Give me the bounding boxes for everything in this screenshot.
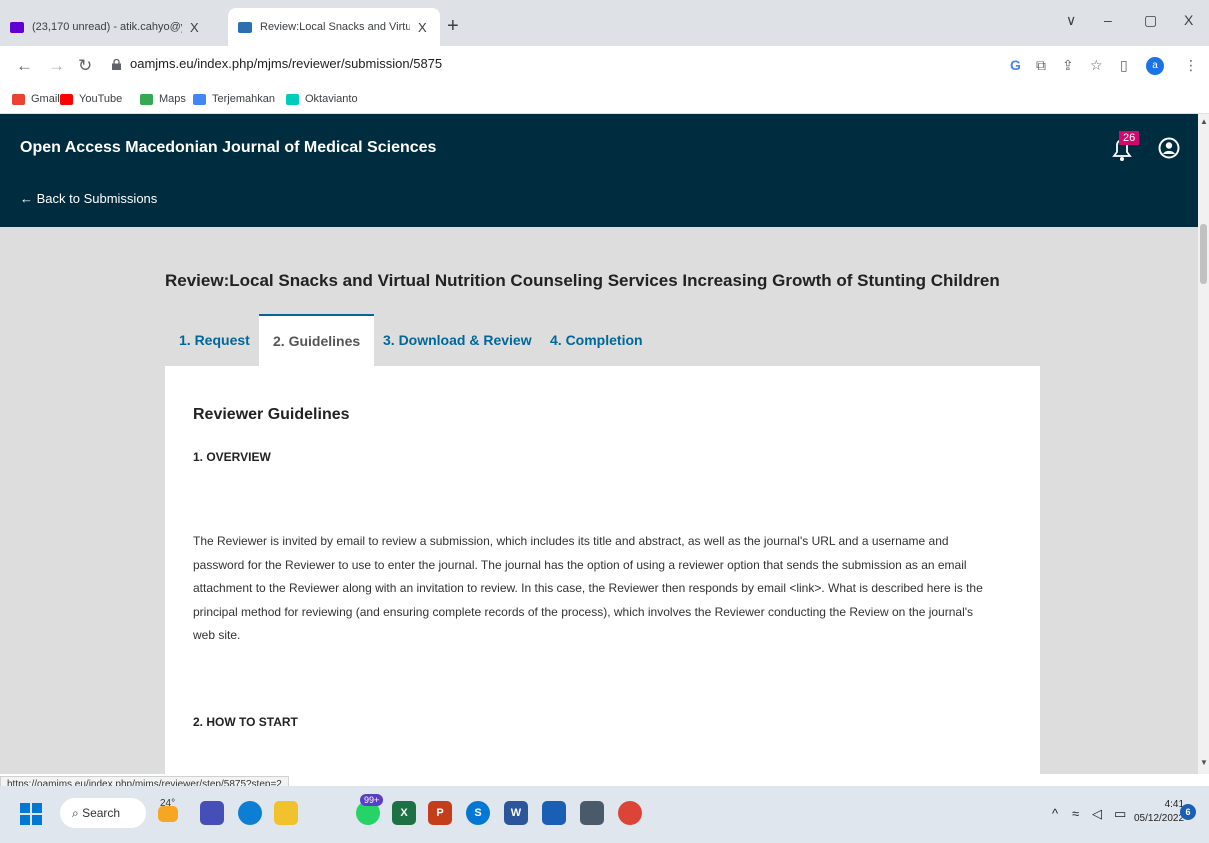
remote-desktop-icon[interactable]	[542, 801, 566, 825]
profile-avatar[interactable]: a	[1146, 57, 1164, 75]
reload-icon[interactable]: ↻	[78, 56, 92, 76]
site-header: Open Access Macedonian Journal of Medica…	[0, 114, 1198, 227]
notification-badge[interactable]: 6	[1180, 804, 1196, 820]
bookmarks-bar: Gmail YouTube Maps Terjemahkan Oktaviant…	[0, 86, 1209, 114]
taskbar-clock[interactable]: 4:41 05/12/2022	[1134, 798, 1184, 826]
researchgate-icon	[286, 93, 299, 105]
tab-completion[interactable]: 4. Completion	[536, 314, 657, 366]
excel-icon[interactable]: X	[392, 801, 416, 825]
windows-start-icon[interactable]	[20, 803, 42, 825]
windows-taskbar: ⌕ Search 24° 99+ X P S W ^ ≈ ◁ ▭ 4:41 05…	[0, 786, 1209, 843]
bookmark-label: YouTube	[79, 93, 123, 105]
camera-icon[interactable]	[580, 801, 604, 825]
clock-date: 05/12/2022	[1134, 813, 1185, 824]
reviewer-guidelines-heading: Reviewer Guidelines	[193, 406, 350, 423]
bookmark-gmail[interactable]: Gmail	[12, 93, 60, 105]
share-icon[interactable]: ⇪	[1062, 57, 1074, 74]
tab-title: (23,170 unread) - atik.cahyo@ya	[32, 21, 182, 33]
paragraph-line: web site.	[193, 628, 241, 642]
paragraph-line: principal method for reviewing (and ensu…	[193, 604, 974, 619]
tray-chevron-icon[interactable]: ^	[1052, 806, 1058, 821]
tab-search-icon[interactable]: ∨	[1066, 12, 1076, 29]
bookmark-star-icon[interactable]: ☆	[1090, 57, 1103, 74]
search-label: Search	[82, 806, 121, 820]
volume-icon[interactable]: ◁	[1092, 806, 1102, 822]
gmail-icon	[12, 93, 25, 105]
browser-toolbar: ← → ↻ oamjms.eu/index.php/mjms/reviewer/…	[0, 46, 1209, 86]
search-icon: ⌕	[72, 806, 83, 820]
notification-count-badge: 26	[1119, 131, 1140, 145]
guidelines-panel: Reviewer Guidelines 1. OVERVIEW The Revi…	[165, 366, 1040, 774]
bookmark-label: Maps	[159, 93, 186, 105]
close-tab-icon[interactable]: X	[418, 20, 427, 35]
bookmark-oktavianto[interactable]: Oktavianto	[286, 93, 358, 105]
paragraph-line: The Reviewer is invited by email to revi…	[193, 534, 949, 548]
tab-download-review[interactable]: 3. Download & Review	[369, 314, 546, 366]
bookmark-label: Oktavianto	[305, 93, 358, 105]
youtube-icon	[60, 93, 73, 105]
tab-gmail[interactable]: (23,170 unread) - atik.cahyo@ya X	[0, 8, 228, 46]
google-icon[interactable]: G	[1010, 57, 1021, 73]
tab-request[interactable]: 1. Request	[165, 314, 264, 366]
minimize-button[interactable]: –	[1104, 12, 1112, 28]
back-arrow-icon[interactable]: ←	[16, 56, 33, 76]
browser-tabstrip: (23,170 unread) - atik.cahyo@ya X Review…	[0, 0, 1209, 46]
teams-icon[interactable]	[200, 801, 224, 825]
how-to-start-heading: 2. HOW TO START	[193, 715, 298, 729]
forward-arrow-icon[interactable]: →	[48, 56, 65, 76]
file-explorer-icon[interactable]	[274, 801, 298, 825]
bookmark-maps[interactable]: Maps	[140, 93, 186, 105]
powerpoint-icon[interactable]: P	[428, 801, 452, 825]
site-title[interactable]: Open Access Macedonian Journal of Medica…	[20, 139, 436, 157]
paragraph-line: password for the Reviewer to use to ente…	[193, 557, 967, 572]
translate-icon[interactable]: ⧉	[1036, 57, 1046, 74]
menu-dots-icon[interactable]: ⋮	[1184, 57, 1198, 74]
address-bar[interactable]: oamjms.eu/index.php/mjms/reviewer/submis…	[130, 56, 442, 71]
weather-cloud-icon[interactable]	[158, 806, 178, 822]
clock-time: 4:41	[1164, 799, 1185, 810]
journal-favicon-icon	[238, 21, 252, 33]
scroll-down-arrow-icon[interactable]: ▼	[1200, 758, 1208, 767]
tab-guidelines[interactable]: 2. Guidelines	[259, 314, 375, 366]
scroll-up-arrow-icon[interactable]: ▲	[1200, 117, 1208, 126]
whatsapp-badge: 99+	[360, 794, 384, 806]
close-tab-icon[interactable]: X	[190, 20, 199, 35]
page-viewport: Open Access Macedonian Journal of Medica…	[0, 114, 1198, 774]
side-panel-icon[interactable]: ▯	[1120, 57, 1128, 74]
lock-icon[interactable]	[112, 59, 121, 70]
word-icon[interactable]: W	[504, 801, 528, 825]
translate-icon	[193, 93, 206, 105]
wifi-icon[interactable]: ≈	[1072, 806, 1079, 821]
taskbar-search[interactable]: ⌕ Search	[60, 798, 146, 828]
page-scrollbar[interactable]: ▲ ▼	[1198, 114, 1209, 774]
mail-icon	[10, 21, 24, 33]
bookmark-youtube[interactable]: YouTube	[60, 93, 122, 105]
paragraph-line: attachment to the Reviewer along with an…	[193, 581, 983, 595]
overview-heading: 1. OVERVIEW	[193, 450, 271, 464]
tab-title: Review:Local Snacks and Virtual N	[260, 21, 410, 33]
bookmark-translate[interactable]: Terjemahkan	[193, 93, 275, 105]
overview-paragraph: The Reviewer is invited by email to revi…	[193, 530, 1033, 648]
restore-button[interactable]: ▢	[1144, 12, 1157, 29]
skype-icon[interactable]: S	[466, 801, 490, 825]
tab-review[interactable]: Review:Local Snacks and Virtual N X	[228, 8, 440, 46]
edge-icon[interactable]	[238, 801, 262, 825]
bookmark-label: Gmail	[31, 93, 60, 105]
new-tab-button[interactable]: +	[447, 15, 459, 38]
maps-icon	[140, 93, 153, 105]
review-title: Review:Local Snacks and Virtual Nutritio…	[165, 271, 1000, 290]
close-window-button[interactable]: X	[1184, 12, 1193, 28]
battery-icon[interactable]: ▭	[1114, 806, 1126, 822]
back-to-submissions-link[interactable]: ← Back to Submissions	[20, 191, 157, 206]
bookmark-label: Terjemahkan	[212, 93, 275, 105]
chrome-icon[interactable]	[618, 801, 642, 825]
user-icon[interactable]	[1158, 137, 1180, 159]
scrollbar-thumb[interactable]	[1200, 224, 1207, 284]
